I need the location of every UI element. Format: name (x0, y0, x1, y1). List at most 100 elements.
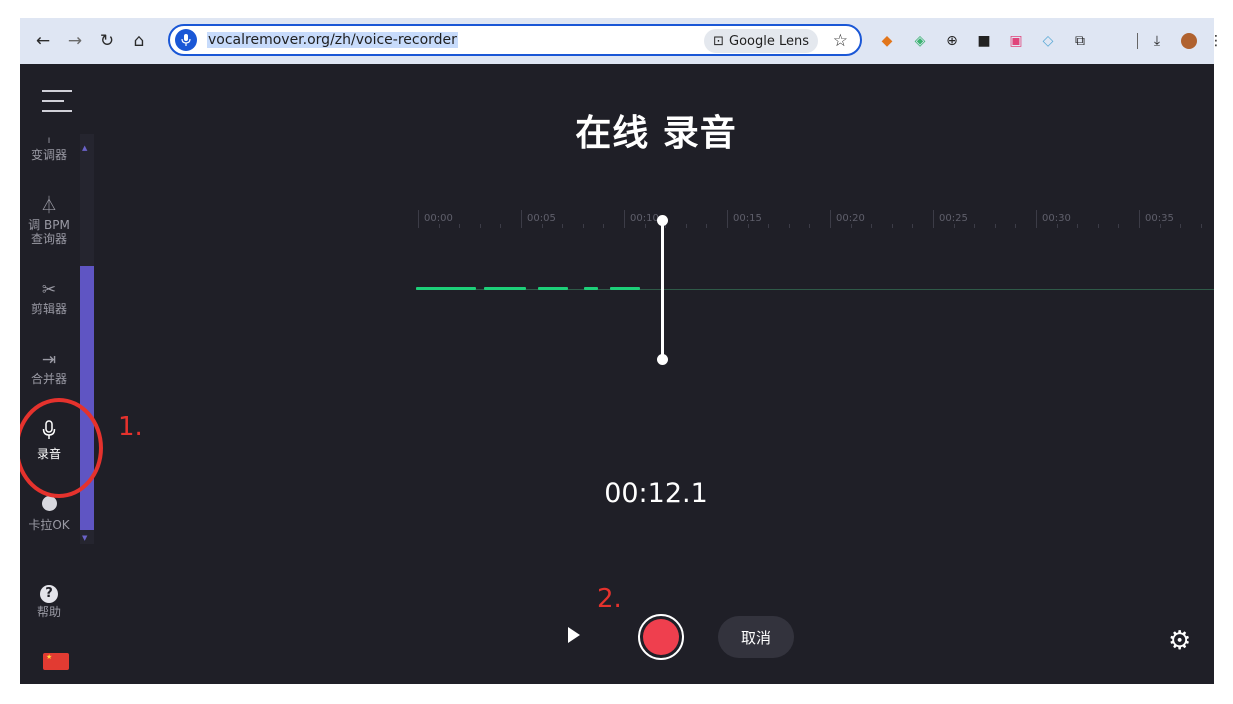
sidebar-item-label: 调 BPM 查询器 (28, 218, 70, 246)
timeline-minor-tick (500, 224, 502, 228)
shield-extension-icon[interactable]: ◈ (910, 31, 930, 51)
hamburger-menu-icon[interactable] (42, 90, 72, 120)
sidebar-item-label: 剪辑器 (30, 302, 67, 316)
record-icon (643, 619, 679, 655)
timeline-minor-tick (953, 224, 955, 228)
waveform-segment (610, 287, 640, 290)
home-icon[interactable]: ⌂ (126, 28, 152, 54)
record-button[interactable] (638, 614, 684, 660)
sidebar-item-label: 帮助 (36, 605, 61, 619)
timeline-minor-tick (562, 224, 564, 228)
timeline-minor-tick (1097, 224, 1099, 228)
extensions-puzzle-icon[interactable]: ⧉ (1070, 31, 1090, 51)
waveform-segment (584, 287, 598, 290)
timeline-tick (1139, 210, 1140, 228)
language-flag-icon[interactable] (43, 653, 69, 670)
timeline-minor-tick (1118, 224, 1120, 228)
timeline-tick (624, 210, 625, 228)
sidebar-item-pitch[interactable]: ı 变调器 (20, 135, 78, 163)
extension-icon[interactable]: ◇ (1038, 31, 1058, 51)
timeline-tick-label: 00:35 (1145, 213, 1174, 224)
waveform-segment (484, 287, 526, 290)
timeline-minor-tick (1159, 224, 1161, 228)
microphone-site-icon (175, 29, 197, 51)
bookmark-star-icon[interactable]: ☆ (833, 31, 848, 51)
cancel-button[interactable]: 取消 (718, 616, 794, 658)
sidebar-item-label: 变调器 (30, 148, 67, 162)
waveform-baseline (416, 289, 1214, 290)
sidebar-item-bpm[interactable]: ⏃ 调 BPM 查询器 (20, 196, 78, 246)
address-bar[interactable]: vocalremover.org/zh/voice-recorder ⊡ Goo… (168, 24, 862, 56)
timeline-tick (418, 210, 419, 228)
timeline-minor-tick (1180, 224, 1182, 228)
timeline-minor-tick (1056, 224, 1058, 228)
forward-arrow-icon[interactable]: → (62, 28, 88, 54)
timeline-minor-tick (974, 224, 976, 228)
timeline-minor-tick (994, 224, 996, 228)
timeline-ruler[interactable]: 00:00 00:05 00:10 00:15 00:20 00:25 00:30 00:35 (418, 210, 1214, 240)
sidebar-item-help[interactable]: ? 帮助 (20, 582, 78, 619)
timeline-minor-tick (685, 224, 687, 228)
metronome-icon: ⏃ (40, 196, 58, 216)
toolbar-divider (1137, 33, 1138, 49)
extension-icon[interactable]: ⊕ (942, 31, 962, 51)
google-lens-button[interactable]: ⊡ Google Lens (704, 29, 818, 53)
timeline-minor-tick (747, 224, 749, 228)
scroll-up-icon[interactable]: ▲ (82, 144, 87, 152)
sidebar: ▲ ▼ ı 变调器 ⏃ 调 BPM 查询器 ✂ 剪辑器 ⇥ 合并器 录音 卡拉O… (20, 64, 98, 684)
sidebar-item-joiner[interactable]: ⇥ 合并器 (20, 350, 78, 386)
page-title: 在线 录音 (575, 113, 737, 154)
playhead-handle-top[interactable] (657, 215, 668, 226)
download-icon[interactable]: ⤓ (1147, 31, 1167, 51)
timeline-minor-tick (850, 224, 852, 228)
timeline-minor-tick (644, 224, 646, 228)
merge-icon: ⇥ (41, 350, 57, 370)
sidebar-item-cutter[interactable]: ✂ 剪辑器 (20, 280, 78, 316)
google-lens-label: Google Lens (729, 33, 809, 49)
reload-icon[interactable]: ↻ (94, 28, 120, 54)
recorder-main: 在线 录音 00:00 00:05 00:10 00:15 00:20 00:25 00:3… (98, 64, 1214, 684)
metamask-extension-icon[interactable]: ◆ (877, 31, 897, 51)
sidebar-item-karaoke[interactable]: 卡拉OK (20, 496, 78, 532)
scroll-down-icon[interactable]: ▼ (82, 534, 87, 542)
waveform-icon: ı (47, 135, 51, 146)
timeline-minor-tick (871, 224, 873, 228)
profile-avatar[interactable] (1179, 31, 1199, 51)
menu-kebab-icon[interactable]: ⋮ (1206, 31, 1226, 51)
disc-icon (20, 496, 78, 516)
waveform-segment (416, 287, 476, 290)
playhead-handle-bottom[interactable] (657, 354, 668, 365)
timeline-tick (830, 210, 831, 228)
waveform-segment (538, 287, 568, 290)
timeline-tick-label: 00:25 (939, 213, 968, 224)
timeline-minor-tick (459, 224, 461, 228)
timeline-tick (933, 210, 934, 228)
timeline-minor-tick (541, 224, 543, 228)
extension-icon[interactable]: ▣ (1006, 31, 1026, 51)
app-window: ▲ ▼ ı 变调器 ⏃ 调 BPM 查询器 ✂ 剪辑器 ⇥ 合并器 录音 卡拉O… (20, 64, 1214, 684)
gear-icon[interactable]: ⚙ (1168, 628, 1191, 654)
play-icon[interactable] (568, 627, 580, 643)
timeline-tick (727, 210, 728, 228)
timeline-minor-tick (809, 224, 811, 228)
scissors-icon: ✂ (41, 280, 57, 300)
timeline-minor-tick (912, 224, 914, 228)
timeline-minor-tick (706, 224, 708, 228)
timeline-tick-label: 00:30 (1042, 213, 1071, 224)
timeline-minor-tick (582, 224, 584, 228)
playhead[interactable] (661, 220, 664, 360)
extension-icon[interactable]: ■ (974, 31, 994, 51)
back-arrow-icon[interactable]: ← (30, 28, 56, 54)
url-text[interactable]: vocalremover.org/zh/voice-recorder (207, 32, 458, 48)
timeline-tick-label: 00:20 (836, 213, 865, 224)
timeline-minor-tick (1077, 224, 1079, 228)
timeline-minor-tick (603, 224, 605, 228)
timeline-tick-label: 00:00 (424, 213, 453, 224)
sidebar-item-label: 合并器 (30, 372, 67, 386)
timeline-minor-tick (788, 224, 790, 228)
timeline-minor-tick (1200, 224, 1202, 228)
annotation-step-2: 2. (597, 584, 622, 614)
timeline-minor-tick (479, 224, 481, 228)
timeline-tick-label: 00:10 (630, 213, 659, 224)
timeline-tick-label: 00:15 (733, 213, 762, 224)
